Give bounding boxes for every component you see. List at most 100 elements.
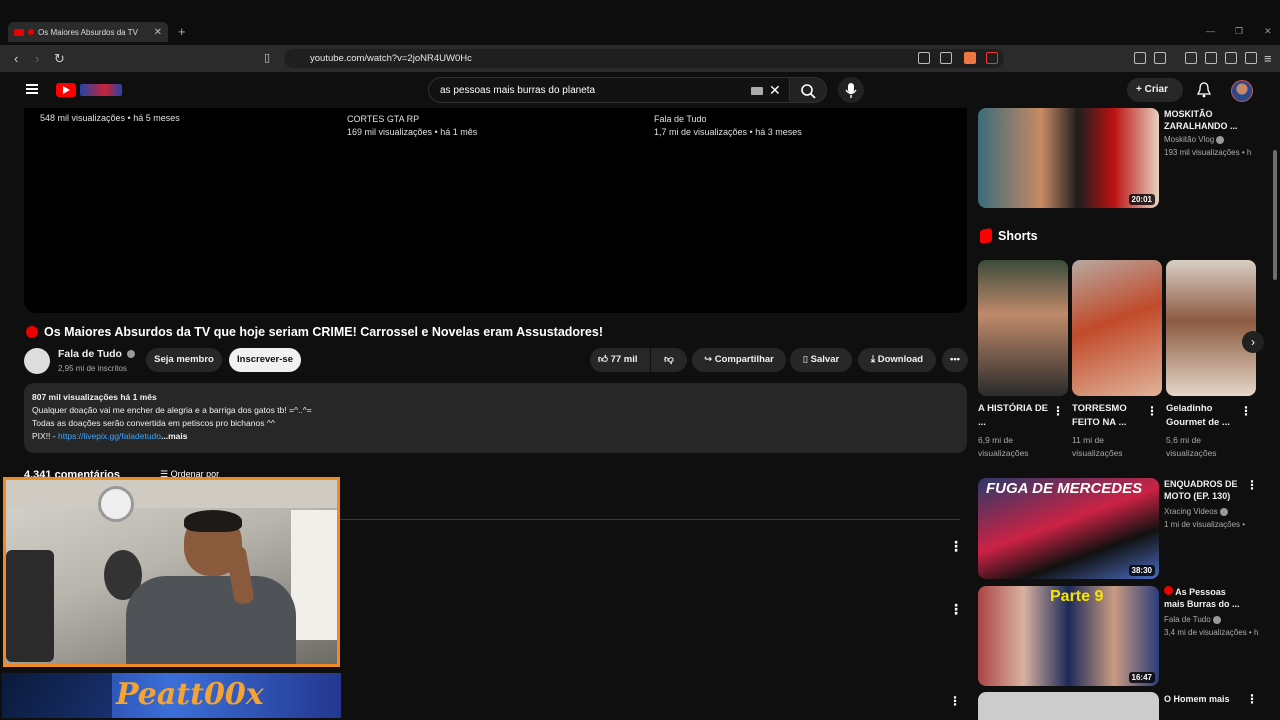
search-button[interactable] [789,77,827,103]
back-icon[interactable]: ‹ [14,51,18,66]
short-thumbnail[interactable] [1072,260,1162,396]
short-menu-icon[interactable]: ⋮ [1052,404,1064,418]
video-duration: 16:47 [1128,672,1155,683]
show-more-link[interactable]: ...mais [161,431,187,441]
description-box[interactable]: 807 mil visualizações há 1 mês Qualquer … [24,383,967,453]
new-tab-button[interactable]: + [178,24,186,39]
share-label: Compartilhar [714,354,774,365]
wallet-icon[interactable] [1205,52,1217,64]
save-button[interactable]: ▯ Salvar [790,348,852,372]
short-thumbnail[interactable] [1166,260,1256,396]
divider [340,519,960,520]
join-button[interactable]: Seja membro [146,348,222,372]
shorts-next-icon[interactable]: › [1242,331,1264,353]
vpn-icon[interactable] [1245,52,1257,64]
sidebar-video-title-text: As Pessoas mais Burras do ... [1164,587,1240,609]
account-avatar[interactable] [1231,80,1253,102]
sidebar-video-title[interactable]: O Homem mais [1164,693,1244,705]
video-duration: 38:30 [1128,565,1155,576]
sidebar-toggle-icon[interactable] [1185,52,1197,64]
save-label: Salvar [810,354,840,365]
verified-icon [126,350,135,359]
short-title[interactable]: Geladinho Gourmet de ... [1166,402,1238,430]
notifications-bell-icon[interactable] [1197,82,1211,98]
tab-title: Os Maiores Absurdos da TV [38,27,138,37]
comment-menu-icon[interactable]: ⋮ [949,601,963,618]
rewards-icon[interactable] [986,52,998,64]
recording-dot-icon [28,29,34,35]
create-button[interactable]: + Criar [1127,78,1183,102]
search-query-text: as pessoas mais burras do planeta [440,85,596,96]
endscreen-item-channel[interactable]: Fala de Tudo [654,114,707,124]
voice-search-button[interactable] [838,77,864,103]
maximize-icon[interactable]: ❐ [1235,26,1243,37]
channel-name[interactable]: Fala de Tudo [58,348,135,360]
video-menu-icon[interactable]: ⋮ [1246,478,1258,492]
short-title[interactable]: A HISTÓRIA DE ... [978,402,1050,430]
comment-menu-icon[interactable]: ⋮ [949,538,963,555]
more-actions-button[interactable]: ••• [942,348,968,372]
url-field[interactable]: youtube.com/watch?v=2joNR4UW0Hc [284,49,1004,68]
hamburger-menu-icon[interactable] [26,84,38,94]
endscreen-item-meta[interactable]: 1,7 mi de visualizações • há 3 meses [654,127,802,137]
browser-tab[interactable]: Os Maiores Absurdos da TV ✕ [8,22,168,42]
webcam-overlay [3,477,340,667]
video-menu-icon[interactable]: ⋮ [1246,692,1258,706]
endscreen-item-channel[interactable]: CORTES GTA RP [347,114,419,124]
minimize-icon[interactable]: — [1206,26,1215,36]
live-red-dot-icon [1164,586,1173,595]
cast-icon[interactable] [918,52,930,64]
extensions-icon[interactable] [1134,52,1146,64]
sidebar-video-title[interactable]: ENQUADROS DE MOTO (EP. 130) [1164,478,1244,502]
screenshot-icon[interactable] [1154,52,1166,64]
endscreen-item-meta[interactable]: 548 mil visualizações • há 5 meses [40,113,180,123]
endscreen-item-meta[interactable]: 169 mil visualizações • há 1 mês [347,127,477,137]
shorts-logo-icon [980,227,992,245]
leo-icon[interactable] [1225,52,1237,64]
keyboard-icon[interactable] [751,87,763,95]
video-thumbnail[interactable]: FUGA DE MERCEDES 38:30 [978,478,1159,579]
short-thumbnail[interactable] [978,260,1068,396]
sidebar-video-channel[interactable]: Moskitão Vlog [1164,134,1225,146]
video-thumbnail[interactable]: 20:01 [978,108,1159,208]
reload-icon[interactable]: ↻ [54,51,65,67]
page-scrollbar[interactable] [1273,150,1277,280]
sidebar-video-title[interactable]: MOSKITÃO ZARALHANDO ... [1164,108,1244,132]
menu-icon[interactable]: ≡ [1264,51,1272,66]
share-button[interactable]: ↪ Compartilhar [692,348,786,372]
more-horizontal-icon: ••• [950,354,960,365]
description-pix-label: PIX!! - [32,431,58,441]
dislike-button[interactable]: 👎︎ [651,348,687,372]
window-close-icon[interactable]: ✕ [1264,26,1272,37]
brave-shield-icon[interactable] [964,52,976,64]
youtube-logo-icon[interactable] [56,83,76,97]
share-page-icon[interactable] [940,52,952,64]
description-line: Todas as doações serão convertida em pet… [32,418,275,428]
short-menu-icon[interactable]: ⋮ [1146,404,1158,418]
search-input[interactable]: as pessoas mais burras do planeta ✕ [428,77,790,103]
like-button[interactable]: 👍︎ 77 mil [590,348,650,372]
donation-link[interactable]: https://livepix.gg/faladetudo [58,431,161,441]
verified-icon [1212,615,1221,624]
bookmark-save-icon: ▯ [802,354,811,365]
clear-search-icon[interactable]: ✕ [769,82,781,99]
video-thumbnail[interactable]: Parte 9 16:47 [978,586,1159,686]
download-button[interactable]: ⤓ Download [858,348,936,372]
thumbnail-text: Parte 9 [1050,588,1104,605]
video-player[interactable] [24,108,967,313]
bookmark-icon[interactable]: ▯ [264,51,270,64]
sidebar-video-meta: 3,4 mi de visualizações • h [1164,628,1259,637]
comment-menu-icon[interactable]: ⋮ [949,694,961,708]
sidebar-video-channel[interactable]: Fala de Tudo [1164,614,1221,626]
doodle-logo[interactable] [80,84,122,96]
short-menu-icon[interactable]: ⋮ [1240,404,1252,418]
tab-close-icon[interactable]: ✕ [154,27,162,38]
channel-avatar[interactable] [24,348,50,374]
sidebar-video-channel[interactable]: Xracing Videos [1164,506,1228,518]
short-title[interactable]: TORRESMO FEITO NA ... [1072,402,1144,430]
video-thumbnail[interactable] [978,692,1159,720]
subscribe-button[interactable]: Inscrever-se [229,348,301,372]
forward-icon[interactable]: › [35,51,39,66]
sidebar-video-title[interactable]: As Pessoas mais Burras do ... [1164,586,1244,610]
video-title: Os Maiores Absurdos da TV que hoje seria… [26,325,603,339]
